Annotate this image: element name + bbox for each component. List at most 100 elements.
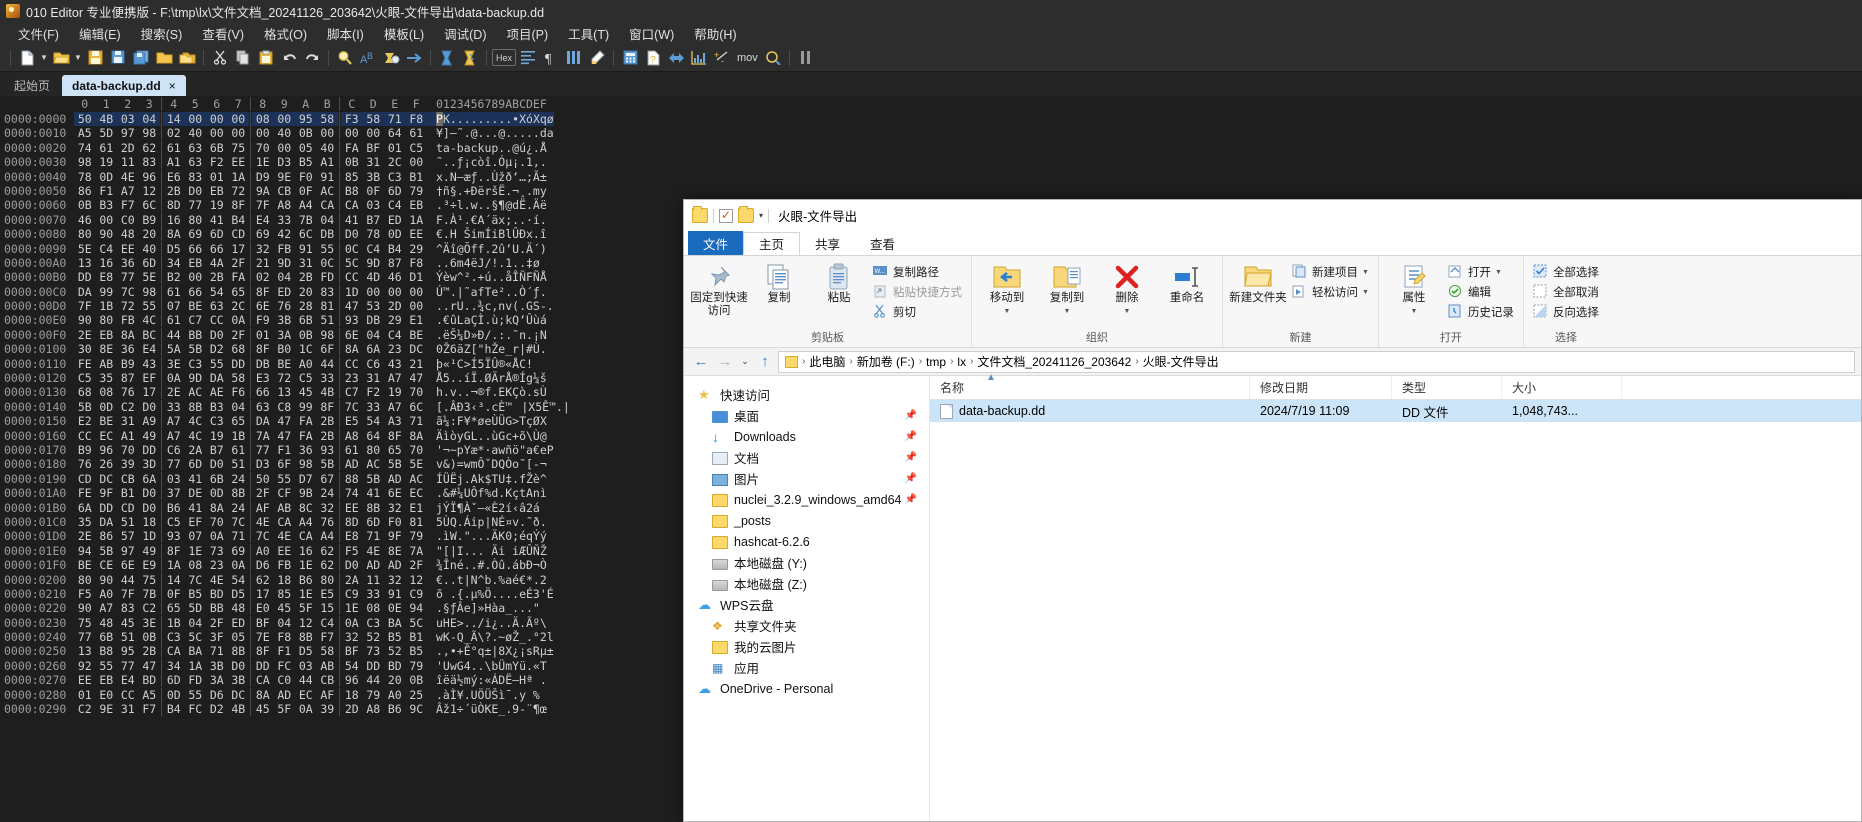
hex-byte[interactable]: 51 <box>117 630 139 644</box>
hex-byte[interactable]: 4D <box>363 270 385 284</box>
hex-bytes[interactable]: 13 B8 95 2B CA BA 71 8B 8F F1 D5 58 BF 73 52 B5 <box>74 644 427 659</box>
hex-byte[interactable]: DB <box>363 313 385 327</box>
hex-byte[interactable]: 74 <box>341 486 363 500</box>
hex-byte[interactable]: 71 <box>206 644 228 658</box>
hex-byte[interactable]: C5 <box>406 141 428 155</box>
hex-byte[interactable]: E5 <box>341 414 363 428</box>
hex-byte[interactable]: 1A <box>228 170 250 184</box>
hex-byte[interactable]: 85 <box>341 170 363 184</box>
hex-byte[interactable]: AF <box>252 501 274 515</box>
breadcrumb-item-lx[interactable]: lx <box>957 355 966 369</box>
hex-byte[interactable]: 26 <box>96 457 118 471</box>
hex-byte[interactable]: 01 <box>74 688 96 702</box>
hex-byte[interactable]: 63 <box>252 400 274 414</box>
hex-byte[interactable]: 54 <box>206 285 228 299</box>
hex-byte[interactable]: 5E <box>139 270 161 284</box>
hex-byte[interactable]: 7C <box>185 573 207 587</box>
hex-byte[interactable]: 8A <box>206 501 228 515</box>
bookmark-icon[interactable] <box>795 47 817 69</box>
disassembler-icon[interactable] <box>762 47 784 69</box>
hex-ascii[interactable]: PK.........•XóXqø <box>427 112 554 127</box>
hex-byte[interactable]: 5D <box>96 126 118 140</box>
hex-byte[interactable]: A9 <box>139 414 161 428</box>
hex-byte[interactable]: A0 <box>384 688 406 702</box>
hex-byte[interactable]: 34 <box>163 256 185 270</box>
easy-access-button[interactable]: 轻松访问 ▼ <box>1289 283 1372 301</box>
hex-byte[interactable]: CA <box>163 644 185 658</box>
hex-byte[interactable]: BE <box>406 328 428 342</box>
hex-byte[interactable]: DA <box>206 371 228 385</box>
hex-byte[interactable]: 0A <box>341 616 363 630</box>
hex-byte[interactable]: 93 <box>163 529 185 543</box>
hex-byte[interactable]: B4 <box>384 242 406 256</box>
hex-byte[interactable]: 61 <box>406 126 428 140</box>
breadcrumb[interactable]: › 此电脑 › 新加卷 (F:) › tmp › lx › 文件文档_20241… <box>778 350 1855 373</box>
hex-byte[interactable]: FE <box>74 486 96 500</box>
hex-byte[interactable]: 37 <box>163 486 185 500</box>
hex-ascii[interactable]: ã¼:F¥*øeÙÜG>TçØX <box>427 414 547 428</box>
hex-byte[interactable]: 32 <box>384 501 406 515</box>
hex-byte[interactable]: 0A <box>206 529 228 543</box>
hex-byte[interactable]: 0B <box>295 126 317 140</box>
hex-byte[interactable]: 04 <box>274 270 296 284</box>
hex-byte[interactable]: 72 <box>117 299 139 313</box>
hex-byte[interactable]: 04 <box>228 400 250 414</box>
copy-path-button[interactable]: W... 复制路径 <box>870 263 965 281</box>
paste-button[interactable]: 粘贴 <box>810 259 868 305</box>
hex-byte[interactable]: 11 <box>363 573 385 587</box>
column-header-date[interactable]: 修改日期 <box>1250 376 1392 399</box>
hex-byte[interactable]: FA <box>228 270 250 284</box>
hex-byte[interactable]: 43 <box>384 357 406 371</box>
hex-byte[interactable]: B8 <box>96 644 118 658</box>
hex-byte[interactable]: 13 <box>74 644 96 658</box>
file-name-cell[interactable]: data-backup.dd <box>930 403 1250 419</box>
menu-window[interactable]: 窗口(W) <box>619 22 684 45</box>
hex-ascii[interactable]: x.N–æƒ..Ùžð‘…;Ã± <box>427 170 547 184</box>
tab-start-page[interactable]: 起始页 <box>4 75 60 96</box>
chevron-down-icon[interactable]: ▼ <box>1362 289 1369 296</box>
hex-ascii[interactable]: ta-backup..@ú¿.Å <box>427 141 547 155</box>
hex-byte[interactable]: 0B <box>295 328 317 342</box>
hex-byte[interactable]: A8 <box>363 702 385 716</box>
hex-byte[interactable]: 5C <box>341 256 363 270</box>
hex-byte[interactable]: 5D <box>185 601 207 615</box>
hex-byte[interactable]: 8B <box>295 630 317 644</box>
hex-byte[interactable]: FA <box>341 141 363 155</box>
hex-bytes[interactable]: C5 35 87 EF 0A 9D DA 58 E3 72 C5 33 23 31 A7 47 <box>74 371 427 386</box>
hex-byte[interactable]: 7A <box>406 544 428 558</box>
edit-button[interactable]: 编辑 <box>1445 283 1517 301</box>
hex-byte[interactable]: 77 <box>74 630 96 644</box>
hex-byte[interactable]: 2C <box>228 299 250 313</box>
hex-byte[interactable]: 66 <box>206 242 228 256</box>
hex-byte[interactable]: AD <box>341 457 363 471</box>
hex-byte[interactable]: EE <box>228 155 250 169</box>
hex-byte[interactable]: AC <box>185 385 207 399</box>
hex-byte[interactable]: 5B <box>363 472 385 486</box>
hex-byte[interactable]: 5F <box>274 702 296 716</box>
hex-byte[interactable]: 41 <box>185 501 207 515</box>
hex-byte[interactable]: 68 <box>228 342 250 356</box>
hex-byte[interactable]: 76 <box>117 385 139 399</box>
hex-byte[interactable]: DB <box>317 227 339 241</box>
hex-byte[interactable]: 53 <box>363 299 385 313</box>
hex-byte[interactable]: 2F <box>252 486 274 500</box>
hex-byte[interactable]: B6 <box>163 501 185 515</box>
hex-byte[interactable]: 69 <box>228 544 250 558</box>
nav-item-13[interactable]: ▦ 应用 <box>684 657 929 678</box>
hex-byte[interactable]: A5 <box>74 126 96 140</box>
hex-byte[interactable]: 17 <box>252 587 274 601</box>
hex-byte[interactable]: DC <box>406 342 428 356</box>
hex-byte[interactable]: AE <box>206 385 228 399</box>
copy-button[interactable]: 复制 <box>750 259 808 305</box>
hex-byte[interactable]: 9B <box>295 486 317 500</box>
hex-byte[interactable]: F8 <box>405 112 427 127</box>
hex-byte[interactable]: A5 <box>139 688 161 702</box>
hex-byte[interactable]: BB <box>206 601 228 615</box>
hex-byte[interactable]: 51 <box>317 313 339 327</box>
hex-byte[interactable]: 6E <box>117 558 139 572</box>
hex-byte[interactable]: C2 <box>139 601 161 615</box>
hex-byte[interactable]: 58 <box>317 644 339 658</box>
hex-byte[interactable]: 3E <box>139 616 161 630</box>
hex-byte[interactable]: 8F <box>228 198 250 212</box>
hex-byte[interactable]: A8 <box>341 429 363 443</box>
